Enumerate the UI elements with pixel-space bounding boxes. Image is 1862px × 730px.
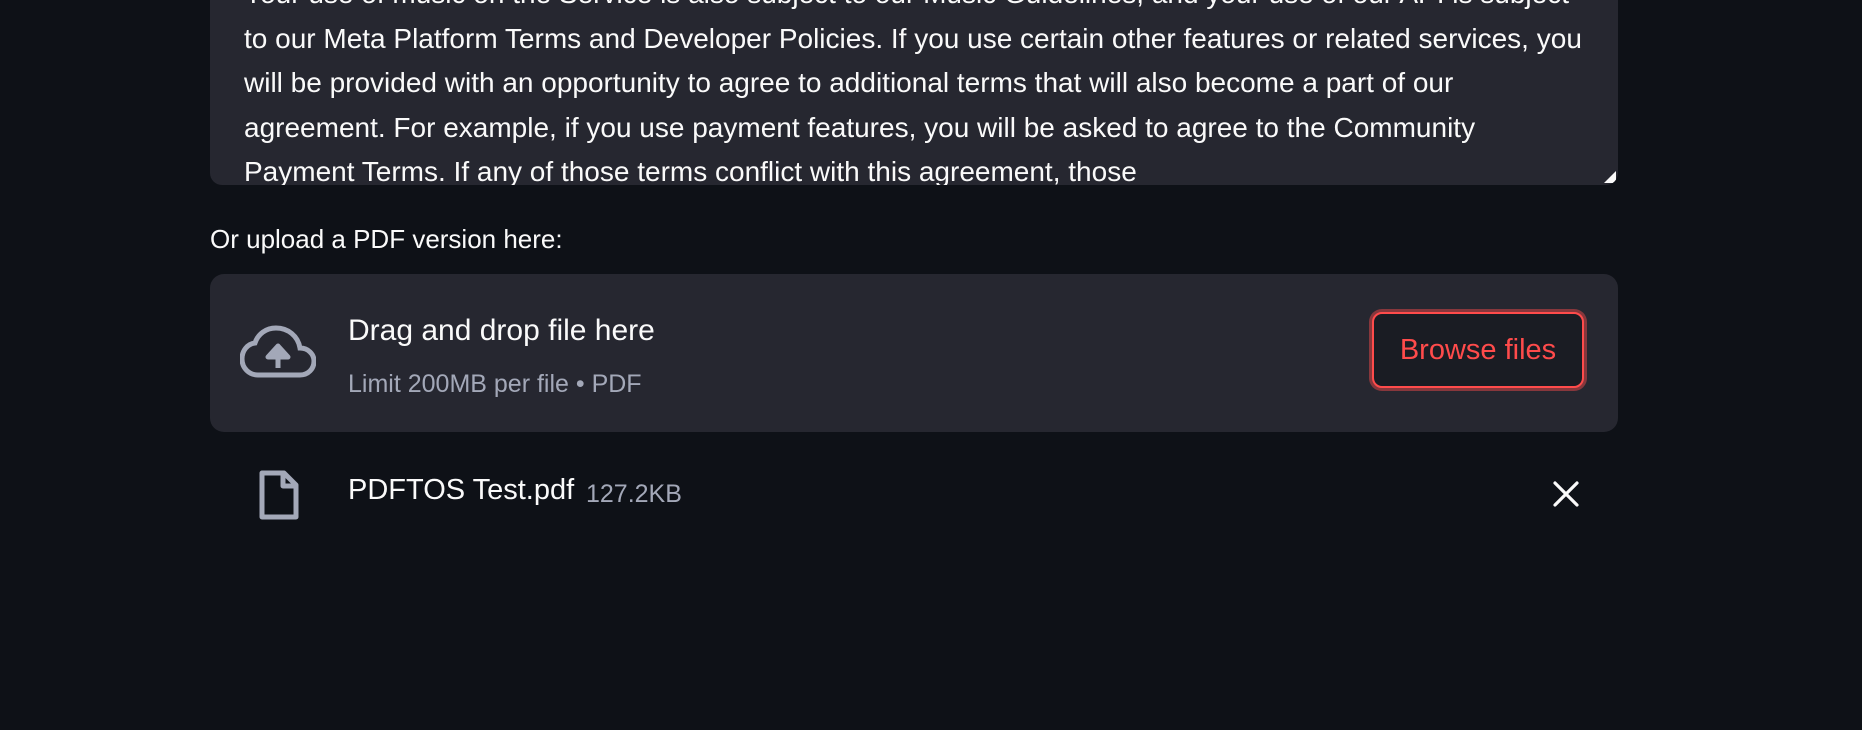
- remove-file-button[interactable]: [1546, 474, 1586, 514]
- file-size: 127.2KB: [586, 480, 682, 508]
- close-icon: [1553, 481, 1579, 507]
- tos-textarea[interactable]: Your use of music on the Service is also…: [210, 0, 1618, 185]
- tos-textarea-content[interactable]: Your use of music on the Service is also…: [244, 0, 1584, 185]
- file-name: PDFTOS Test.pdf: [348, 474, 575, 506]
- upload-label: Or upload a PDF version here:: [210, 224, 563, 254]
- dropzone-title: Drag and drop file here: [348, 314, 655, 347]
- dropzone-limit: Limit 200MB per file • PDF: [348, 370, 642, 398]
- uploaded-file-row: PDFTOS Test.pdf 127.2KB: [210, 460, 1618, 530]
- file-icon: [259, 470, 299, 520]
- browse-files-button[interactable]: Browse files: [1372, 312, 1584, 388]
- resize-handle-icon[interactable]: [1604, 171, 1616, 183]
- cloud-upload-icon: [240, 325, 316, 378]
- file-dropzone[interactable]: Drag and drop file here Limit 200MB per …: [210, 274, 1618, 432]
- page: Your use of music on the Service is also…: [0, 0, 1862, 730]
